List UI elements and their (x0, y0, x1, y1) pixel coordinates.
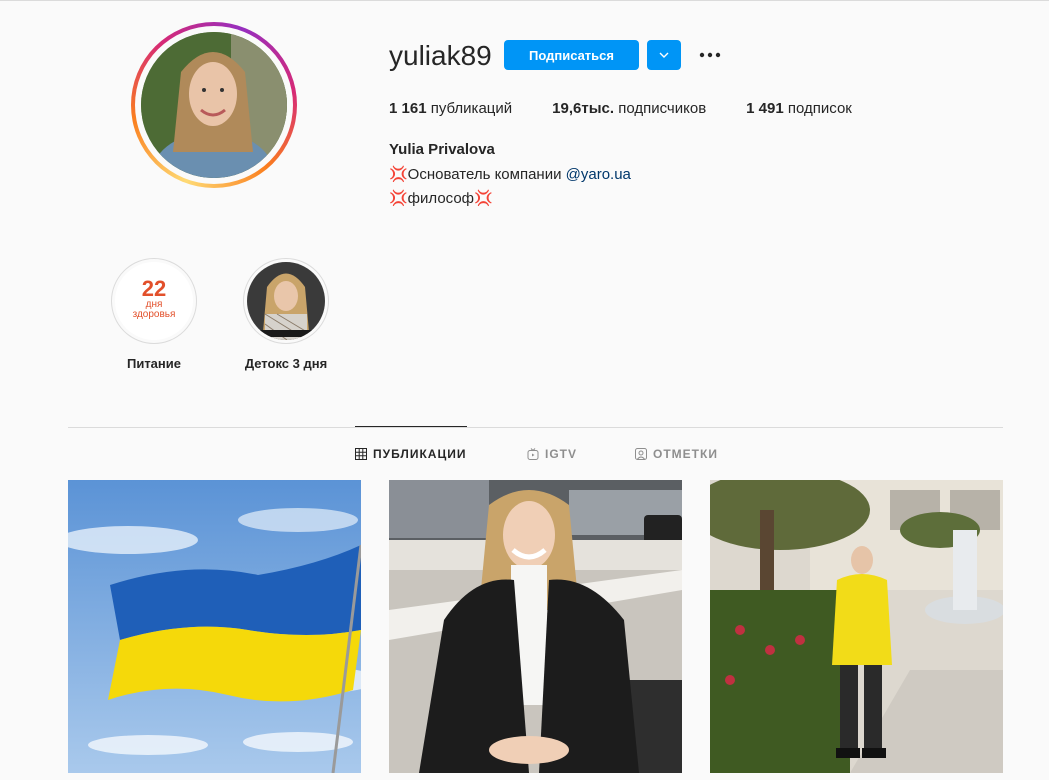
bio-line-2: 💢философ💢 (389, 190, 493, 207)
following-label: подписок (787, 100, 852, 117)
tab-igtv-label: IGTV (545, 447, 578, 461)
highlight-cover-number: 22 (141, 276, 167, 301)
highlight-cover: 22 дня здоровья (115, 262, 193, 340)
highlight-ring (243, 258, 329, 344)
tagged-icon (635, 448, 647, 460)
tabs-divider (68, 427, 1003, 428)
follow-button[interactable]: Подписаться (504, 40, 639, 70)
suggestions-dropdown-button[interactable] (647, 40, 681, 70)
post-tile[interactable] (389, 480, 682, 773)
woman-yellow-sweater-photo (710, 480, 1003, 773)
highlight-cover-photo (247, 262, 325, 340)
posts-stat: 1 161 публикаций (389, 100, 512, 117)
tab-posts[interactable]: ПУБЛИКАЦИИ (355, 447, 466, 461)
top-border (0, 0, 1049, 1)
posts-label: публикаций (430, 100, 513, 117)
active-tab-indicator (355, 426, 467, 427)
followers-label: подписчиков (618, 100, 707, 117)
avatar-ring-gap (135, 26, 293, 184)
profile-avatar[interactable] (131, 22, 297, 188)
tab-posts-label: ПУБЛИКАЦИИ (373, 447, 467, 461)
ellipsis-icon (699, 52, 721, 58)
tab-tagged[interactable]: ОТМЕТКИ (635, 447, 718, 461)
username: yuliak89 (389, 40, 492, 71)
post-tile[interactable] (710, 480, 1003, 773)
highlight-cover (247, 262, 325, 340)
followers-stat[interactable]: 19,6тыс. подписчиков (552, 100, 706, 117)
highlight-cover-text-2: здоровья (132, 309, 176, 320)
more-options-button[interactable] (696, 42, 724, 68)
profile-stats: 1 161 публикаций 19,6тыс. подписчиков 1 … (389, 100, 892, 117)
highlight-ring: 22 дня здоровья (111, 258, 197, 344)
following-count: 1 491 (746, 100, 784, 117)
tab-igtv[interactable]: IGTV (527, 447, 577, 461)
bio-line-1-text: 💢Основатель компании (389, 166, 566, 183)
bio-mention-link[interactable]: @yaro.ua (566, 166, 631, 183)
highlight-label: Детокс 3 дня (244, 356, 328, 371)
full-name: Yulia Privalova (389, 141, 495, 158)
bio-line-1: 💢Основатель компании @yaro.ua (389, 165, 631, 183)
highlight-label: Питание (126, 356, 181, 371)
posts-count: 1 161 (389, 100, 427, 117)
igtv-icon (527, 448, 539, 460)
following-stat[interactable]: 1 491 подписок (746, 100, 852, 117)
chevron-down-icon (659, 52, 669, 58)
grid-icon (355, 448, 367, 460)
ukraine-flag-photo (68, 480, 361, 773)
tab-tagged-label: ОТМЕТКИ (653, 447, 718, 461)
avatar-illustration (141, 32, 287, 178)
woman-leather-jacket-photo (389, 480, 682, 773)
highlight-detox[interactable]: Детокс 3 дня (226, 258, 346, 371)
post-tile[interactable] (68, 480, 361, 773)
followers-count: 19,6тыс. (552, 100, 615, 117)
avatar-photo (141, 32, 287, 178)
highlight-pitanie[interactable]: 22 дня здоровья Питание (94, 258, 214, 371)
